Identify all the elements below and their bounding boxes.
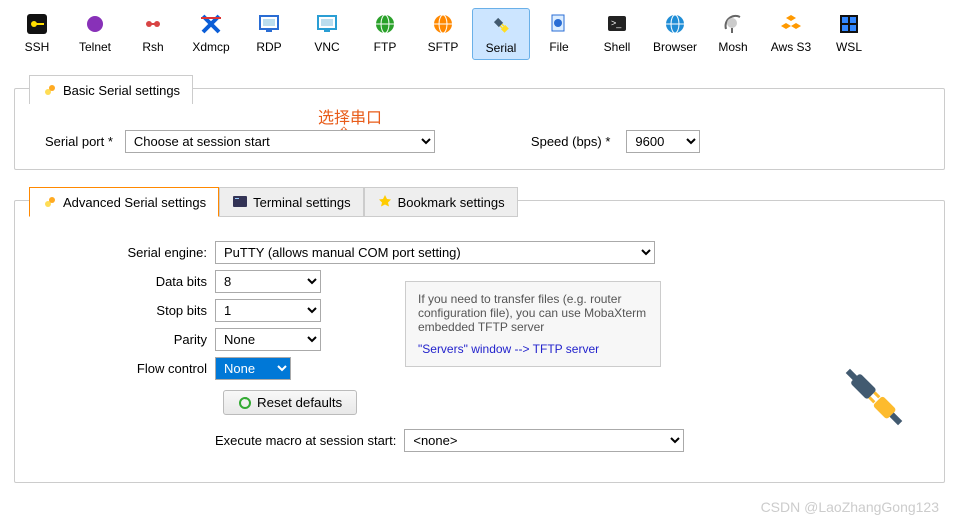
toolbar-awss3[interactable]: Aws S3 bbox=[762, 8, 820, 60]
toolbar-xdmcp[interactable]: Xdmcp bbox=[182, 8, 240, 60]
toolbar-sftp[interactable]: SFTP bbox=[414, 8, 472, 60]
toolbar-label: Telnet bbox=[72, 40, 118, 54]
engine-label: Serial engine: bbox=[65, 245, 215, 260]
databits-select[interactable]: 8 bbox=[215, 270, 321, 293]
win-icon bbox=[837, 12, 861, 36]
basic-settings-panel: Basic Serial settings Serial port * Choo… bbox=[14, 88, 945, 170]
svg-text:>_: >_ bbox=[611, 18, 622, 28]
monitor-icon bbox=[257, 12, 281, 36]
cubes-icon bbox=[779, 12, 803, 36]
toolbar-file[interactable]: File bbox=[530, 8, 588, 60]
toolbar-wsl[interactable]: WSL bbox=[820, 8, 878, 60]
toolbar-label: Shell bbox=[594, 40, 640, 54]
monitor-icon bbox=[315, 12, 339, 36]
globe-icon bbox=[373, 12, 397, 36]
flow-select[interactable]: None bbox=[215, 357, 291, 380]
plug-icon bbox=[489, 13, 513, 37]
stopbits-select[interactable]: 1 bbox=[215, 299, 321, 322]
toolbar-rdp[interactable]: RDP bbox=[240, 8, 298, 60]
circle-icon bbox=[83, 12, 107, 36]
tftp-info-box: If you need to transfer files (e.g. rout… bbox=[405, 281, 661, 367]
toolbar-label: FTP bbox=[362, 40, 408, 54]
csdn-watermark: CSDN @LaoZhangGong123 bbox=[761, 499, 939, 515]
parity-label: Parity bbox=[65, 332, 215, 347]
star-icon bbox=[377, 194, 393, 210]
databits-label: Data bits bbox=[65, 274, 215, 289]
toolbar-ftp[interactable]: FTP bbox=[356, 8, 414, 60]
tab-advanced-serial[interactable]: Advanced Serial settings bbox=[29, 187, 219, 217]
toolbar-label: Aws S3 bbox=[768, 40, 814, 54]
rsh-icon bbox=[141, 12, 165, 36]
toolbar-telnet[interactable]: Telnet bbox=[66, 8, 124, 60]
plug-icon bbox=[42, 82, 58, 98]
toolbar-label: Browser bbox=[652, 40, 698, 54]
toolbar-ssh[interactable]: SSH bbox=[8, 8, 66, 60]
toolbar-label: SFTP bbox=[420, 40, 466, 54]
advanced-settings-panel: Advanced Serial settings Terminal settin… bbox=[14, 200, 945, 483]
toolbar-label: File bbox=[536, 40, 582, 54]
macro-select[interactable]: <none> bbox=[404, 429, 684, 452]
terminal-icon bbox=[232, 194, 248, 210]
toolbar-serial[interactable]: Serial bbox=[472, 8, 530, 60]
tab-terminal-settings[interactable]: Terminal settings bbox=[219, 187, 364, 217]
toolbar-label: Xdmcp bbox=[188, 40, 234, 54]
refresh-icon bbox=[238, 396, 252, 410]
parity-select[interactable]: None bbox=[215, 328, 321, 351]
key-icon bbox=[25, 12, 49, 36]
basic-tab: Basic Serial settings bbox=[29, 75, 193, 104]
toolbar-label: VNC bbox=[304, 40, 350, 54]
speed-select[interactable]: 9600 bbox=[626, 130, 700, 153]
stopbits-label: Stop bits bbox=[65, 303, 215, 318]
toolbar-browser[interactable]: Browser bbox=[646, 8, 704, 60]
tftp-link: "Servers" window --> TFTP server bbox=[418, 342, 648, 356]
toolbar-label: Rsh bbox=[130, 40, 176, 54]
globe-icon bbox=[663, 12, 687, 36]
shell-icon: >_ bbox=[605, 12, 629, 36]
engine-select[interactable]: PuTTY (allows manual COM port setting) bbox=[215, 241, 655, 264]
toolbar-shell[interactable]: >_ Shell bbox=[588, 8, 646, 60]
file-icon bbox=[547, 12, 571, 36]
reset-defaults-button[interactable]: Reset defaults bbox=[223, 390, 357, 415]
toolbar-rsh[interactable]: Rsh bbox=[124, 8, 182, 60]
toolbar-vnc[interactable]: VNC bbox=[298, 8, 356, 60]
flow-label: Flow control bbox=[65, 361, 215, 376]
dish-icon bbox=[721, 12, 745, 36]
toolbar-mosh[interactable]: Mosh bbox=[704, 8, 762, 60]
toolbar-label: Serial bbox=[479, 41, 523, 55]
tab-bookmark-settings[interactable]: Bookmark settings bbox=[364, 187, 518, 217]
globe-icon bbox=[431, 12, 455, 36]
toolbar-label: Mosh bbox=[710, 40, 756, 54]
serial-plug-illustration bbox=[829, 352, 919, 442]
toolbar-label: WSL bbox=[826, 40, 872, 54]
macro-label: Execute macro at session start: bbox=[215, 433, 396, 448]
xwin-icon bbox=[199, 12, 223, 36]
toolbar-label: SSH bbox=[14, 40, 60, 54]
plug-icon bbox=[42, 194, 58, 210]
serial-port-label: Serial port * bbox=[45, 134, 113, 149]
toolbar-label: RDP bbox=[246, 40, 292, 54]
speed-label: Speed (bps) * bbox=[531, 134, 611, 149]
serial-port-select[interactable]: Choose at session start bbox=[125, 130, 435, 153]
